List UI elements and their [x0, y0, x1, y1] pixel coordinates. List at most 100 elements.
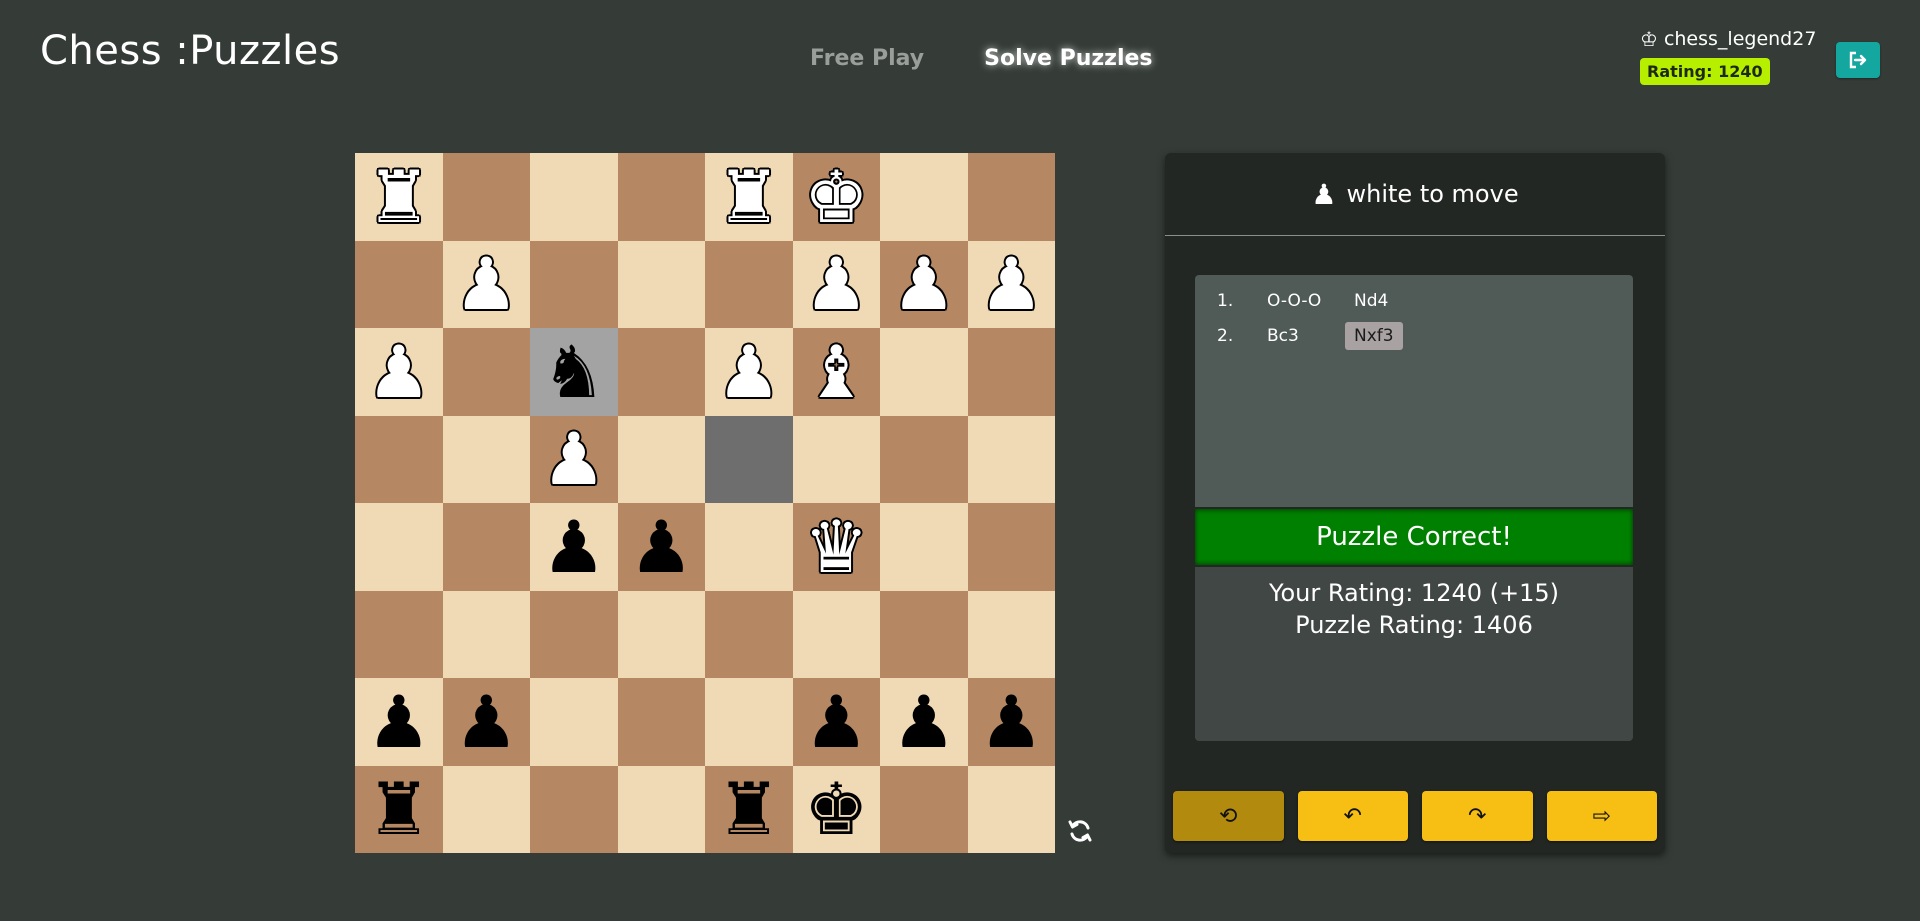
black-pawn-piece[interactable]: ♟ [366, 686, 431, 758]
black-pawn-piece[interactable]: ♟ [629, 511, 694, 583]
board-square[interactable]: ♟ [880, 240, 968, 328]
board-square[interactable]: ♚ [792, 153, 880, 241]
board-square[interactable] [792, 415, 880, 503]
board-square[interactable] [705, 678, 793, 766]
white-king-piece[interactable]: ♚ [804, 161, 869, 233]
board-square[interactable] [967, 153, 1055, 241]
white-bishop-piece[interactable]: ♝ [804, 336, 869, 408]
board-square[interactable] [530, 153, 618, 241]
white-rook-piece[interactable]: ♜ [716, 161, 781, 233]
board-square[interactable]: ♟ [355, 678, 443, 766]
black-rook-piece[interactable]: ♜ [366, 773, 431, 845]
board-square[interactable] [355, 590, 443, 678]
board-square[interactable] [355, 503, 443, 591]
nav-solve-puzzles[interactable]: Solve Puzzles [984, 46, 1152, 71]
board-square[interactable] [617, 153, 705, 241]
white-pawn-piece[interactable]: ♟ [454, 248, 519, 320]
black-rook-piece[interactable]: ♜ [716, 773, 781, 845]
board-square[interactable]: ♟ [530, 415, 618, 503]
board-square[interactable] [617, 590, 705, 678]
board-square[interactable]: ♟ [442, 678, 530, 766]
board-square[interactable] [967, 765, 1055, 853]
board-square[interactable]: ♜ [705, 765, 793, 853]
board-square[interactable] [880, 153, 968, 241]
board-square[interactable] [530, 678, 618, 766]
black-pawn-piece[interactable]: ♟ [891, 686, 956, 758]
board-square[interactable] [880, 765, 968, 853]
board-square[interactable] [442, 765, 530, 853]
board-square[interactable] [442, 590, 530, 678]
move-black-current[interactable]: Nxf3 [1345, 321, 1403, 350]
board-square[interactable] [617, 415, 705, 503]
white-queen-piece[interactable]: ♛ [804, 511, 869, 583]
board-square[interactable]: ♟ [530, 503, 618, 591]
board-square[interactable] [442, 415, 530, 503]
board-square[interactable] [530, 765, 618, 853]
board-square[interactable] [880, 415, 968, 503]
board-square[interactable] [617, 328, 705, 416]
black-knight-piece[interactable]: ♞ [541, 336, 606, 408]
black-pawn-piece[interactable]: ♟ [804, 686, 869, 758]
board-square[interactable]: ♟ [617, 503, 705, 591]
board-square[interactable] [792, 590, 880, 678]
board-square[interactable] [705, 503, 793, 591]
board-square[interactable]: ♜ [355, 153, 443, 241]
board-square[interactable] [442, 328, 530, 416]
black-pawn-piece[interactable]: ♟ [979, 686, 1044, 758]
board-square[interactable] [442, 503, 530, 591]
board-square[interactable] [617, 678, 705, 766]
board-square[interactable] [967, 590, 1055, 678]
board-square[interactable] [355, 240, 443, 328]
nav-free-play[interactable]: Free Play [810, 46, 924, 71]
board-square[interactable]: ♟ [792, 678, 880, 766]
white-pawn-piece[interactable]: ♟ [891, 248, 956, 320]
board-square[interactable] [355, 415, 443, 503]
board-square[interactable]: ♟ [792, 240, 880, 328]
board-square[interactable] [530, 240, 618, 328]
white-pawn-piece[interactable]: ♟ [979, 248, 1044, 320]
board-square[interactable] [880, 503, 968, 591]
white-pawn-piece[interactable]: ♟ [366, 336, 431, 408]
white-rook-piece[interactable]: ♜ [366, 161, 431, 233]
board-square[interactable]: ♟ [967, 240, 1055, 328]
white-pawn-piece[interactable]: ♟ [804, 248, 869, 320]
board-square[interactable] [617, 240, 705, 328]
black-king-piece[interactable]: ♚ [804, 773, 869, 845]
board-square[interactable]: ♛ [792, 503, 880, 591]
board-square[interactable] [617, 765, 705, 853]
board-square[interactable] [967, 503, 1055, 591]
board-square[interactable] [967, 328, 1055, 416]
board-square[interactable] [705, 415, 793, 503]
logout-button[interactable] [1836, 42, 1880, 78]
board-square[interactable] [705, 240, 793, 328]
move-white[interactable]: O-O-O [1245, 291, 1345, 311]
move-black[interactable]: Nd4 [1345, 287, 1397, 315]
black-pawn-piece[interactable]: ♟ [541, 511, 606, 583]
board-square[interactable]: ♜ [705, 153, 793, 241]
move-white[interactable]: Bc3 [1245, 326, 1345, 346]
black-pawn-piece[interactable]: ♟ [454, 686, 519, 758]
board-square[interactable]: ♟ [967, 678, 1055, 766]
board-square[interactable]: ♜ [355, 765, 443, 853]
board-square[interactable] [967, 415, 1055, 503]
flip-board-icon[interactable] [1067, 818, 1093, 851]
redo-button[interactable]: ↷ [1422, 791, 1533, 841]
board-square[interactable] [705, 590, 793, 678]
board-square[interactable]: ♟ [880, 678, 968, 766]
board-square[interactable]: ♞ [530, 328, 618, 416]
pawn-icon: ♟ [1311, 177, 1337, 211]
board-square[interactable] [530, 590, 618, 678]
restart-button[interactable]: ⟲ [1173, 791, 1284, 841]
undo-button[interactable]: ↶ [1297, 791, 1408, 841]
board-square[interactable]: ♟ [705, 328, 793, 416]
board-square[interactable]: ♟ [442, 240, 530, 328]
board-square[interactable] [442, 153, 530, 241]
board-square[interactable]: ♟ [355, 328, 443, 416]
board-square[interactable] [880, 328, 968, 416]
board-square[interactable] [880, 590, 968, 678]
board-square[interactable]: ♚ [792, 765, 880, 853]
white-pawn-piece[interactable]: ♟ [716, 336, 781, 408]
white-pawn-piece[interactable]: ♟ [541, 423, 606, 495]
board-square[interactable]: ♝ [792, 328, 880, 416]
next-puzzle-button[interactable]: ⇨ [1546, 791, 1657, 841]
